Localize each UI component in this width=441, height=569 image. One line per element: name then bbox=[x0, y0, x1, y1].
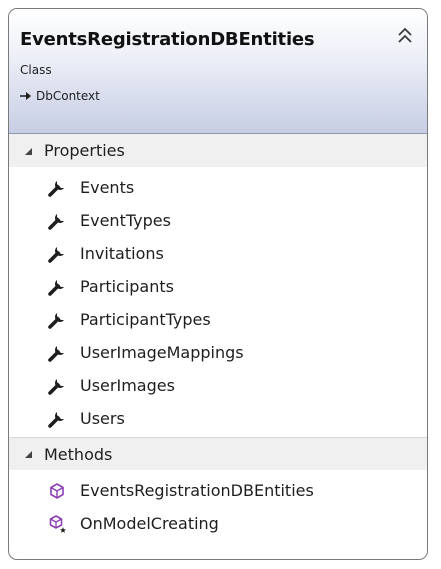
property-item[interactable]: Participants bbox=[9, 270, 427, 303]
property-item[interactable]: Invitations bbox=[9, 237, 427, 270]
method-item[interactable]: OnModelCreating bbox=[9, 507, 427, 540]
collapse-chevrons-icon[interactable] bbox=[395, 25, 415, 47]
methods-section-header[interactable]: Methods bbox=[9, 437, 427, 470]
property-label: UserImageMappings bbox=[80, 343, 244, 362]
method-label: EventsRegistrationDBEntities bbox=[80, 481, 314, 500]
properties-section-header[interactable]: Properties bbox=[9, 134, 427, 167]
class-name: EventsRegistrationDBEntities bbox=[20, 29, 315, 50]
property-label: Participants bbox=[80, 277, 174, 296]
wrench-icon bbox=[47, 376, 67, 396]
class-kind: Class bbox=[20, 63, 52, 77]
wrench-icon bbox=[47, 409, 67, 429]
property-item[interactable]: UserImages bbox=[9, 369, 427, 402]
property-item[interactable]: EventTypes bbox=[9, 204, 427, 237]
property-label: ParticipantTypes bbox=[80, 310, 211, 329]
wrench-icon bbox=[47, 178, 67, 198]
wrench-icon bbox=[47, 277, 67, 297]
methods-list: EventsRegistrationDBEntities OnModelCrea… bbox=[9, 470, 427, 540]
property-item[interactable]: Users bbox=[9, 402, 427, 435]
property-item[interactable]: ParticipantTypes bbox=[9, 303, 427, 336]
base-type: DbContext bbox=[20, 89, 100, 103]
class-header: EventsRegistrationDBEntities Class DbCon… bbox=[9, 9, 427, 134]
property-label: UserImages bbox=[80, 376, 175, 395]
section-label: Properties bbox=[44, 141, 125, 160]
class-diagram-shape[interactable]: EventsRegistrationDBEntities Class DbCon… bbox=[8, 8, 428, 560]
base-type-label: DbContext bbox=[36, 89, 100, 103]
property-item[interactable]: Events bbox=[9, 171, 427, 204]
property-item[interactable]: UserImageMappings bbox=[9, 336, 427, 369]
wrench-icon bbox=[47, 310, 67, 330]
property-label: EventTypes bbox=[80, 211, 171, 230]
expanded-triangle-icon bbox=[25, 451, 32, 458]
property-label: Invitations bbox=[80, 244, 164, 263]
wrench-icon bbox=[47, 211, 67, 231]
protected-method-icon bbox=[47, 514, 67, 534]
property-label: Users bbox=[80, 409, 125, 428]
method-cube-icon bbox=[47, 481, 67, 501]
expanded-triangle-icon bbox=[25, 147, 32, 155]
method-item[interactable]: EventsRegistrationDBEntities bbox=[9, 474, 427, 507]
properties-list: Events EventTypes Invitations Participan… bbox=[9, 167, 427, 437]
wrench-icon bbox=[47, 343, 67, 363]
inherits-arrow-icon bbox=[20, 92, 31, 100]
method-label: OnModelCreating bbox=[80, 514, 219, 533]
section-label: Methods bbox=[44, 444, 113, 464]
wrench-icon bbox=[47, 244, 67, 264]
property-label: Events bbox=[80, 178, 135, 197]
